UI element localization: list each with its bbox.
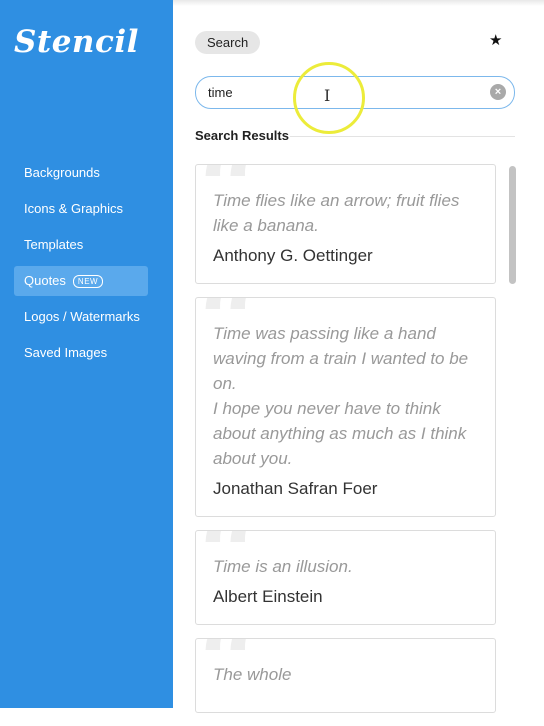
sidebar-item-label: Backgrounds [24, 165, 100, 180]
quote-card[interactable]: “ Time is an illusion. Albert Einstein [195, 530, 496, 625]
sidebar-item-backgrounds[interactable]: Backgrounds [14, 158, 148, 188]
sidebar-item-logos-watermarks[interactable]: Logos / Watermarks [14, 302, 148, 332]
new-badge: NEW [72, 275, 104, 288]
quote-card[interactable]: “ Time flies like an arrow; fruit flies … [195, 164, 496, 284]
sidebar-item-quotes[interactable]: Quotes NEW [14, 266, 148, 296]
app-logo[interactable]: Stencil [14, 24, 139, 60]
star-icon[interactable]: ★ [489, 31, 507, 51]
sidebar-item-icons-graphics[interactable]: Icons & Graphics [14, 194, 148, 224]
quote-text: The whole [213, 665, 292, 684]
top-shadow [173, 0, 544, 6]
text-cursor-icon: I [324, 86, 331, 105]
quote-text: Time was passing like a hand waving from… [213, 324, 469, 468]
scrollbar-thumb[interactable] [509, 166, 516, 284]
quote-text: Time is an illusion. [213, 557, 353, 576]
sidebar: Stencil Backgrounds Icons & Graphics Tem… [0, 0, 173, 708]
sidebar-nav: Backgrounds Icons & Graphics Templates Q… [14, 158, 148, 374]
sidebar-item-label: Templates [24, 237, 84, 252]
quote-text: Time flies like an arrow; fruit flies li… [213, 191, 460, 235]
results-list: “ Time flies like an arrow; fruit flies … [195, 164, 496, 726]
clear-icon[interactable]: × [490, 84, 506, 100]
quote-author: Anthony G. Oettinger [213, 246, 373, 265]
quote-card[interactable]: “ Time was passing like a hand waving fr… [195, 297, 496, 517]
quote-author: Albert Einstein [213, 587, 323, 606]
results-heading: Search Results [195, 128, 289, 143]
sidebar-item-label: Saved Images [24, 345, 108, 360]
search-input[interactable] [195, 76, 515, 109]
quote-card[interactable]: “ The whole [195, 638, 496, 713]
search-tab[interactable]: Search [195, 31, 261, 54]
quote-author: Jonathan Safran Foer [213, 479, 378, 498]
sidebar-item-label: Quotes [24, 273, 66, 288]
sidebar-item-templates[interactable]: Templates [14, 230, 148, 260]
sidebar-item-label: Logos / Watermarks [24, 309, 140, 324]
divider [290, 136, 515, 137]
sidebar-item-label: Icons & Graphics [24, 201, 123, 216]
sidebar-item-saved-images[interactable]: Saved Images [14, 338, 148, 368]
